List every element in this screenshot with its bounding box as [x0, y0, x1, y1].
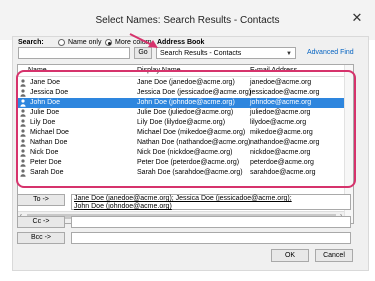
cc-button[interactable]: Cc -> — [17, 216, 65, 228]
search-input[interactable] — [18, 47, 130, 59]
search-label: Search: — [18, 39, 44, 46]
bcc-button[interactable]: Bcc -> — [17, 232, 65, 244]
highlight-annotation — [16, 70, 356, 188]
more-columns-radio[interactable] — [105, 39, 112, 46]
close-button[interactable]: ✕ — [347, 8, 367, 28]
address-book-select[interactable]: Search Results - Contacts ▼ — [156, 47, 296, 59]
name-only-label[interactable]: Name only — [68, 39, 101, 46]
title-bar: Select Names: Search Results - Contacts … — [0, 0, 375, 40]
to-recipients-line2: John Doe (johndoe@acme.org) — [74, 203, 172, 210]
arrow-annotation-icon — [129, 33, 158, 48]
select-names-window: Select Names: Search Results - Contacts … — [0, 0, 375, 281]
cc-recipients-field[interactable] — [71, 216, 351, 228]
to-button[interactable]: To -> — [17, 194, 65, 206]
address-book-label: Address Book — [157, 39, 205, 46]
advanced-find-link[interactable]: Advanced Find — [307, 49, 354, 56]
cancel-button[interactable]: Cancel — [315, 249, 353, 262]
bcc-recipients-field[interactable] — [71, 232, 351, 244]
address-book-value: Search Results - Contacts — [160, 50, 242, 57]
window-title: Select Names: Search Results - Contacts — [95, 15, 280, 26]
name-only-radio[interactable] — [58, 39, 65, 46]
to-recipients-line1: Jane Doe (janedoe@acme.org); Jessica Doe… — [74, 195, 292, 202]
ok-button[interactable]: OK — [271, 249, 309, 262]
to-recipients-field[interactable]: Jane Doe (janedoe@acme.org); Jessica Doe… — [71, 194, 351, 210]
chevron-down-icon: ▼ — [286, 51, 292, 57]
